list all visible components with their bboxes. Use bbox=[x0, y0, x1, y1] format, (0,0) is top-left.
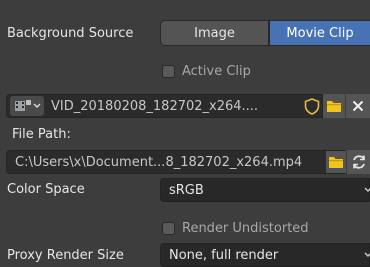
unlink-clip-button[interactable] bbox=[346, 94, 370, 118]
file-path-value: C:\Users\x\Document...8_182702_x264.mp4 bbox=[15, 154, 303, 170]
reload-button[interactable] bbox=[347, 150, 370, 174]
color-space-label: Color Space bbox=[7, 182, 85, 197]
clip-browse-button[interactable] bbox=[10, 96, 44, 116]
folder-icon bbox=[329, 157, 343, 168]
proxy-render-size-value: None, full render bbox=[169, 247, 279, 263]
active-clip-checkbox[interactable] bbox=[162, 65, 175, 78]
reload-icon bbox=[352, 155, 365, 169]
background-source-label: Background Source bbox=[7, 26, 134, 41]
file-path-field[interactable]: C:\Users\x\Document...8_182702_x264.mp4 bbox=[6, 150, 346, 174]
color-space-dropdown[interactable]: sRGB bbox=[160, 178, 370, 202]
proxy-render-size-dropdown[interactable]: None, full render bbox=[160, 243, 370, 267]
close-icon bbox=[352, 100, 364, 112]
fake-user-button[interactable] bbox=[302, 96, 322, 116]
render-undistorted-checkbox[interactable] bbox=[162, 222, 175, 235]
background-source-image-button[interactable]: Image bbox=[160, 20, 269, 46]
open-clip-button[interactable] bbox=[323, 94, 345, 118]
clip-name-field[interactable]: VID_20180208_182702_x264.... bbox=[6, 94, 323, 118]
chevron-down-icon bbox=[364, 252, 370, 257]
color-space-value: sRGB bbox=[169, 182, 204, 198]
active-clip-label: Active Clip bbox=[182, 64, 251, 79]
chevron-down-icon bbox=[33, 103, 40, 108]
file-path-label: File Path: bbox=[12, 127, 71, 142]
chevron-down-icon bbox=[364, 187, 370, 192]
folder-icon bbox=[327, 101, 341, 112]
browse-file-button[interactable] bbox=[326, 151, 346, 173]
proxy-render-size-label: Proxy Render Size bbox=[7, 248, 124, 263]
movie-clip-icon bbox=[14, 100, 31, 111]
shield-icon bbox=[304, 97, 320, 115]
render-undistorted-label: Render Undistorted bbox=[182, 221, 309, 236]
clip-name-value: VID_20180208_182702_x264.... bbox=[51, 98, 259, 114]
background-source-movie-clip-button[interactable]: Movie Clip bbox=[269, 20, 370, 46]
